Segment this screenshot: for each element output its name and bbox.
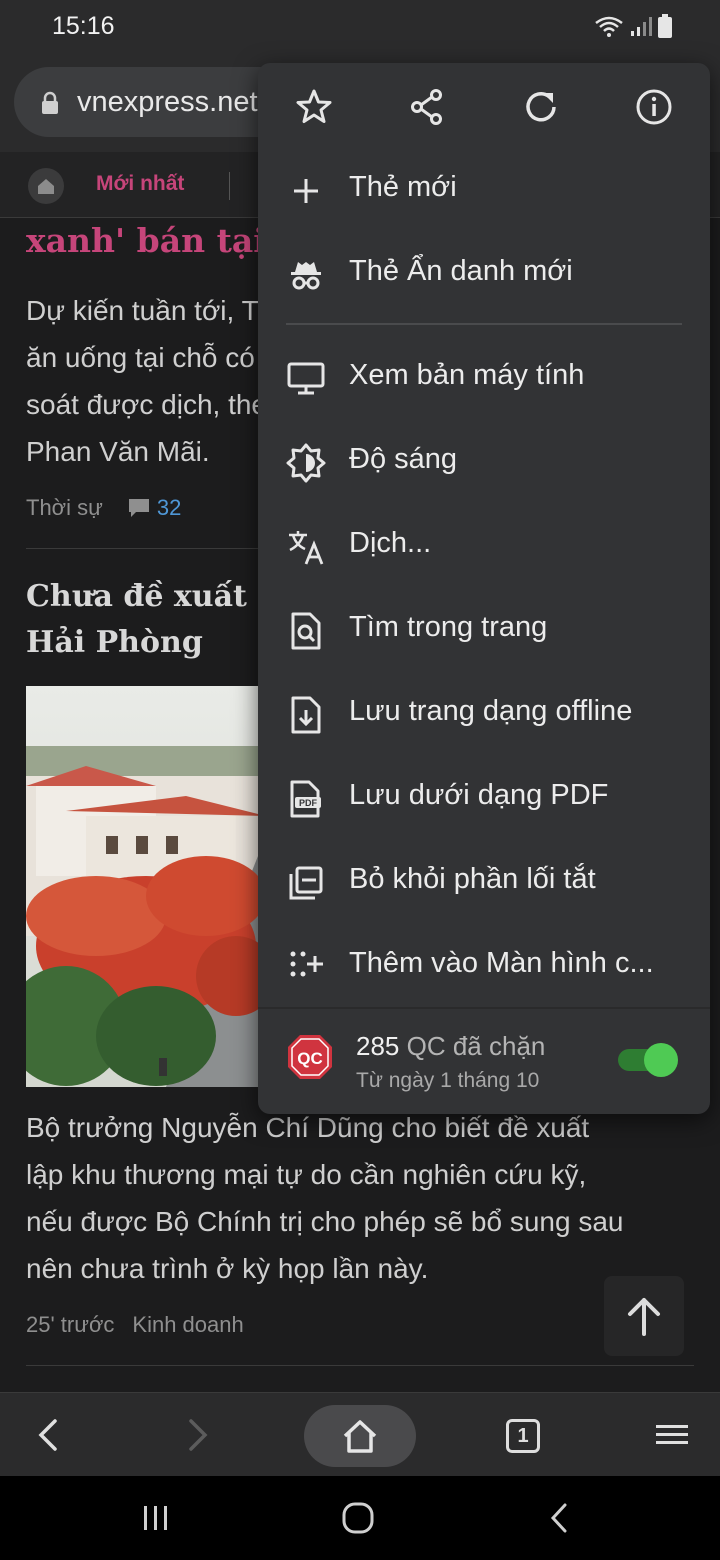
home-button[interactable] — [304, 1405, 416, 1467]
menu-item-brightness[interactable]: Độ sáng — [258, 419, 710, 503]
status-icons — [594, 14, 672, 38]
article-title-line[interactable]: Hải Phòng — [26, 620, 203, 666]
status-time: 15:16 — [52, 12, 115, 40]
menu-item-label: Xem bản máy tính — [349, 359, 585, 391]
share-button[interactable] — [401, 81, 453, 133]
menu-item-label: Tìm trong trang — [349, 611, 548, 643]
battery-icon — [658, 14, 672, 38]
recent-apps-icon — [144, 1506, 167, 1530]
wifi-icon — [595, 16, 623, 37]
hamburger-icon — [656, 1425, 688, 1444]
find-in-page-icon — [286, 611, 326, 651]
adblock-badge-text: QC — [297, 1049, 323, 1068]
scroll-to-top-button[interactable] — [604, 1276, 684, 1356]
adblock-row[interactable]: QC 285 QC đã chặn Từ ngày 1 tháng 10 — [258, 1009, 710, 1114]
tabs-button[interactable]: 1 — [506, 1419, 540, 1453]
toggle-knob — [644, 1043, 678, 1077]
menu-item-translate[interactable]: Dịch... — [258, 503, 710, 587]
menu-item-label: Độ sáng — [349, 443, 458, 475]
system-home-button[interactable] — [338, 1498, 378, 1538]
article-paragraph-line: lập khu thương mại tự do cần nghiên cứu … — [26, 1159, 587, 1190]
article-paragraph-line: nên chưa trình ở kỳ họp lần này. — [26, 1253, 429, 1284]
url-text: vnexpress.net — [77, 86, 258, 118]
site-home-button[interactable] — [28, 168, 64, 204]
refresh-icon — [526, 92, 556, 122]
remove-shortcut-icon — [286, 863, 326, 903]
overflow-menu: Thẻ mới Thẻ Ẩn danh mới Xem bản máy tính — [258, 63, 710, 1114]
menu-item-desktop-site[interactable]: Xem bản máy tính — [258, 335, 710, 419]
home-icon — [343, 1420, 377, 1453]
menu-item-find-in-page[interactable]: Tìm trong trang — [258, 587, 710, 671]
menu-item-label: Lưu dưới dạng PDF — [349, 779, 609, 811]
svg-text:PDF: PDF — [299, 798, 318, 808]
nav-latest-link[interactable]: Mới nhất — [96, 172, 184, 196]
adblock-count-number: 285 — [356, 1031, 400, 1061]
article-category[interactable]: Kinh doanh — [132, 1312, 243, 1338]
back-button[interactable] — [18, 1405, 78, 1465]
share-icon — [411, 89, 442, 125]
article-time: 25' trước — [26, 1312, 115, 1337]
status-bar: 15:16 — [0, 0, 720, 52]
nav-separator — [229, 172, 230, 200]
menu-button[interactable] — [642, 1405, 702, 1465]
adblock-badge-icon: QC — [288, 1035, 332, 1079]
menu-item-save-pdf[interactable]: PDF Lưu dưới dạng PDF — [258, 755, 710, 839]
menu-item-label: Thêm vào Màn hình c... — [349, 947, 654, 979]
menu-item-label: Thẻ Ẩn danh mới — [349, 255, 573, 287]
menu-item-label: Thẻ mới — [349, 171, 457, 203]
refresh-button[interactable] — [515, 81, 567, 133]
article-paragraph-line: nếu được Bộ Chính trị cho phép sẽ bổ sun… — [26, 1206, 624, 1237]
system-back-button[interactable] — [540, 1498, 580, 1538]
article-divider — [26, 1365, 694, 1366]
chevron-right-icon — [189, 1419, 208, 1451]
menu-item-label: Lưu trang dạng offline — [349, 695, 633, 727]
menu-item-save-offline[interactable]: Lưu trang dạng offline — [258, 671, 710, 755]
menu-item-label: Bỏ khỏi phần lối tắt — [349, 863, 596, 895]
desktop-icon — [286, 359, 326, 399]
adblock-toggle[interactable] — [618, 1043, 678, 1077]
lead-paragraph-line: Phan Văn Mãi. — [26, 436, 210, 467]
arrow-up-icon — [628, 1298, 660, 1336]
forward-button[interactable] — [168, 1405, 228, 1465]
plus-icon — [286, 171, 326, 211]
star-icon — [296, 89, 332, 123]
recent-apps-button[interactable] — [136, 1498, 176, 1538]
menu-item-add-to-home[interactable]: Thêm vào Màn hình c... — [258, 923, 710, 1007]
download-page-icon — [286, 695, 326, 735]
menu-item-new-incognito-tab[interactable]: Thẻ Ẩn danh mới — [258, 231, 710, 315]
add-home-icon — [286, 947, 326, 987]
menu-item-new-tab[interactable]: Thẻ mới — [258, 147, 710, 231]
comment-count[interactable]: 32 — [157, 495, 181, 521]
signal-icon — [631, 17, 652, 36]
brightness-icon — [286, 443, 326, 483]
menu-item-remove-shortcut[interactable]: Bỏ khỏi phần lối tắt — [258, 839, 710, 923]
translate-icon — [286, 527, 326, 567]
circle-home-icon — [342, 1502, 374, 1534]
adblock-since: Từ ngày 1 tháng 10 — [356, 1069, 540, 1092]
comment-icon — [128, 499, 149, 517]
menu-top-row — [258, 63, 710, 147]
adblock-count-label: QC đã chặn — [406, 1031, 546, 1061]
browser-toolbar: 1 — [0, 1392, 720, 1476]
pdf-icon: PDF — [286, 779, 326, 819]
adblock-count: 285 QC đã chặn — [356, 1031, 545, 1062]
home-icon — [38, 179, 54, 194]
bookmark-button[interactable] — [288, 81, 340, 133]
lock-icon — [42, 91, 58, 114]
article-meta: 25' trước Kinh doanh — [26, 1312, 244, 1338]
menu-item-label: Dịch... — [349, 527, 432, 559]
page-info-button[interactable] — [628, 81, 680, 133]
lead-category[interactable]: Thời sự — [26, 495, 103, 521]
chevron-left-icon — [38, 1419, 57, 1451]
system-navigation-bar — [0, 1476, 720, 1560]
info-icon — [636, 89, 672, 125]
chevron-left-icon — [550, 1503, 567, 1533]
lead-meta: Thời sự 32 — [26, 495, 181, 521]
incognito-icon — [286, 255, 326, 295]
menu-separator — [286, 323, 682, 325]
